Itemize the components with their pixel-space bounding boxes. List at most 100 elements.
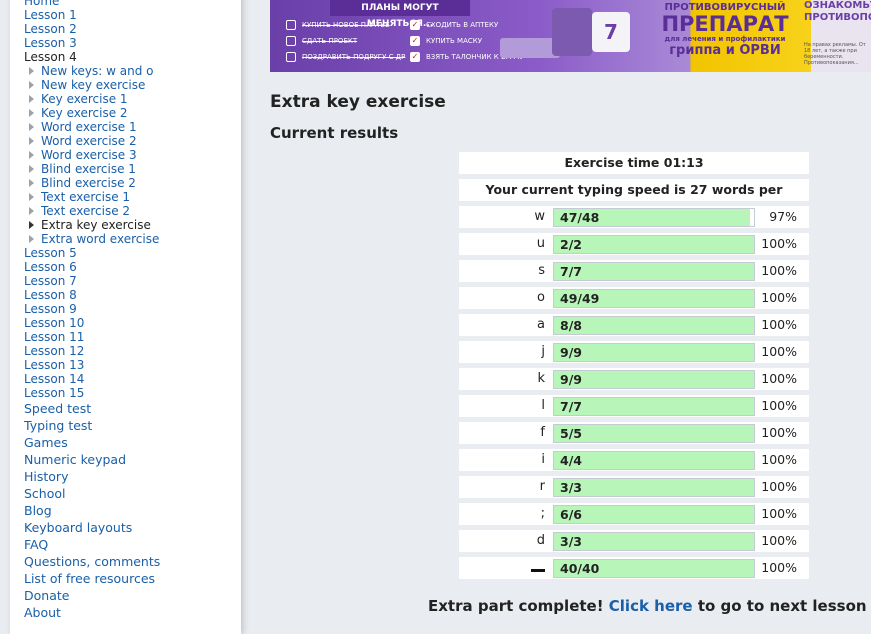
sidebar-link[interactable]: Blog: [24, 502, 160, 519]
ad-banner[interactable]: ПЛАНЫ МОГУТ МЕНЯТЬСЯ... КУПИТЬ НОВОЕ ПЛА…: [270, 0, 871, 72]
key-label: w: [534, 209, 545, 224]
accuracy-bar: 3/3: [553, 478, 755, 497]
key-count: 8/8: [560, 318, 582, 333]
key-results-list: w 47/48 97% u 2/2 100% s 7/7 100% o 49/49 100% a 8/8 1…: [459, 206, 809, 579]
banner-sachet-image: [500, 38, 560, 58]
sidebar-item-lesson[interactable]: Lesson 2: [24, 22, 160, 36]
key-count: 6/6: [560, 507, 582, 522]
banner-left-item: СДАТЬ ПРОЕКТ: [286, 36, 357, 46]
accuracy-bar: 47/48: [553, 208, 755, 227]
sidebar-subitem[interactable]: Word exercise 2: [24, 134, 160, 148]
completion-message: Extra part complete! Click here to go to…: [428, 597, 871, 615]
key-label: u: [536, 236, 545, 251]
key-result-row: u 2/2 100%: [459, 233, 809, 255]
sidebar-item-lesson[interactable]: Lesson 5: [24, 246, 160, 260]
key-percent: 100%: [761, 290, 797, 305]
results-table: Exercise time 01:13 Your current typing …: [459, 152, 809, 584]
key-count: 4/4: [560, 453, 582, 468]
key-count: 5/5: [560, 426, 582, 441]
sidebar-link[interactable]: Donate: [24, 587, 160, 604]
sidebar-link[interactable]: School: [24, 485, 160, 502]
sidebar-nav: Home Lesson 1 Lesson 2 Lesson 3 Lesson 4 New …: [24, 0, 160, 621]
accuracy-bar: 5/5: [553, 424, 755, 443]
sidebar-item-lesson[interactable]: Lesson 9: [24, 302, 160, 316]
banner-left-item: ПОЗДРАВИТЬ ПОДРУГУ С ДР: [286, 52, 405, 62]
sidebar-item-current-lesson: Lesson 4: [24, 50, 77, 64]
sidebar-item-lesson[interactable]: Lesson 14: [24, 372, 160, 386]
key-result-row: w 47/48 97%: [459, 206, 809, 228]
key-label: r: [539, 479, 545, 494]
sidebar-link[interactable]: Keyboard layouts: [24, 519, 160, 536]
sidebar-link[interactable]: About: [24, 604, 160, 621]
accuracy-bar: 7/7: [553, 397, 755, 416]
key-count: 49/49: [560, 291, 600, 306]
sidebar-item-lesson[interactable]: Lesson 8: [24, 288, 160, 302]
banner-promo-line3: для лечения и профилактики: [664, 35, 786, 43]
sidebar-item-lesson[interactable]: Lesson 13: [24, 358, 160, 372]
sidebar-item-lesson[interactable]: Lesson 11: [24, 330, 160, 344]
accuracy-bar-fill: [554, 344, 754, 361]
key-result-row: f 5/5 100%: [459, 422, 809, 444]
accuracy-bar: 4/4: [553, 451, 755, 470]
sidebar-subitem[interactable]: Key exercise 2: [24, 106, 160, 120]
sidebar-subitem[interactable]: Blind exercise 1: [24, 162, 160, 176]
key-result-row: ; 6/6 100%: [459, 503, 809, 525]
key-count: 2/2: [560, 237, 582, 252]
sidebar-link[interactable]: List of free resources: [24, 570, 160, 587]
sidebar-item-lesson[interactable]: Lesson 12: [24, 344, 160, 358]
completion-prefix: Extra part complete!: [428, 597, 609, 615]
sidebar-item-lesson[interactable]: Lesson 1: [24, 8, 160, 22]
sidebar-item-lesson[interactable]: Lesson 15: [24, 386, 160, 400]
key-percent: 100%: [761, 506, 797, 521]
accuracy-bar-fill: [554, 371, 754, 388]
sidebar-item-lesson[interactable]: Lesson 3: [24, 36, 160, 50]
sidebar-link[interactable]: Questions, comments: [24, 553, 160, 570]
sidebar-subitem[interactable]: Key exercise 1: [24, 92, 160, 106]
key-percent: 100%: [761, 344, 797, 359]
key-count: 9/9: [560, 345, 582, 360]
banner-title: ПЛАНЫ МОГУТ МЕНЯТЬСЯ...: [330, 0, 470, 29]
sidebar-subitem[interactable]: Blind exercise 2: [24, 176, 160, 190]
sidebar-link[interactable]: Numeric keypad: [24, 451, 160, 468]
key-label: s: [538, 263, 545, 278]
sidebar-subitem[interactable]: New keys: w and o: [24, 64, 160, 78]
banner-mug-image: 7: [592, 12, 630, 52]
banner-promo-line2: ПРЕПАРАТ: [661, 12, 789, 36]
accuracy-bar: 40/40: [553, 559, 755, 578]
key-label: k: [537, 371, 545, 386]
key-result-row: l 7/7 100%: [459, 395, 809, 417]
sidebar-item-lesson[interactable]: Lesson 10: [24, 316, 160, 330]
accuracy-bar-fill: [554, 479, 754, 496]
exercise-time: Exercise time 01:13: [459, 152, 809, 174]
key-percent: 100%: [761, 560, 797, 575]
banner-box-image: [552, 8, 592, 56]
banner-side-small: На правах рекламы. От 18 лет, а также пр…: [804, 42, 866, 66]
accuracy-bar: 9/9: [553, 343, 755, 362]
accuracy-bar: 8/8: [553, 316, 755, 335]
sidebar-subitem[interactable]: Text exercise 1: [24, 190, 160, 204]
sidebar-subitem[interactable]: Word exercise 3: [24, 148, 160, 162]
sidebar-link[interactable]: Games: [24, 434, 160, 451]
sidebar-link[interactable]: Speed test: [24, 400, 160, 417]
accuracy-bar-fill: [554, 236, 754, 253]
key-percent: 100%: [761, 479, 797, 494]
key-count: 7/7: [560, 399, 582, 414]
sidebar-subitem[interactable]: Extra word exercise: [24, 232, 160, 246]
sidebar-subitem[interactable]: New key exercise: [24, 78, 160, 92]
sidebar-link[interactable]: Typing test: [24, 417, 160, 434]
key-result-row: s 7/7 100%: [459, 260, 809, 282]
results-heading: Current results: [270, 124, 399, 142]
banner-side-text: ОЗНАКОМЬТЕСЬПРОТИВОПОКАЗАН: [804, 0, 871, 23]
sidebar-subitem[interactable]: Word exercise 1: [24, 120, 160, 134]
key-percent: 100%: [761, 371, 797, 386]
sidebar-link[interactable]: History: [24, 468, 160, 485]
sidebar-item-lesson[interactable]: Lesson 6: [24, 260, 160, 274]
key-label: j: [541, 344, 545, 359]
accuracy-bar: 7/7: [553, 262, 755, 281]
sidebar-subitem[interactable]: Text exercise 2: [24, 204, 160, 218]
sidebar-link[interactable]: FAQ: [24, 536, 160, 553]
key-percent: 100%: [761, 533, 797, 548]
sidebar-item-home[interactable]: Home: [24, 0, 160, 8]
next-lesson-link[interactable]: Click here: [609, 597, 693, 615]
sidebar-item-lesson[interactable]: Lesson 7: [24, 274, 160, 288]
